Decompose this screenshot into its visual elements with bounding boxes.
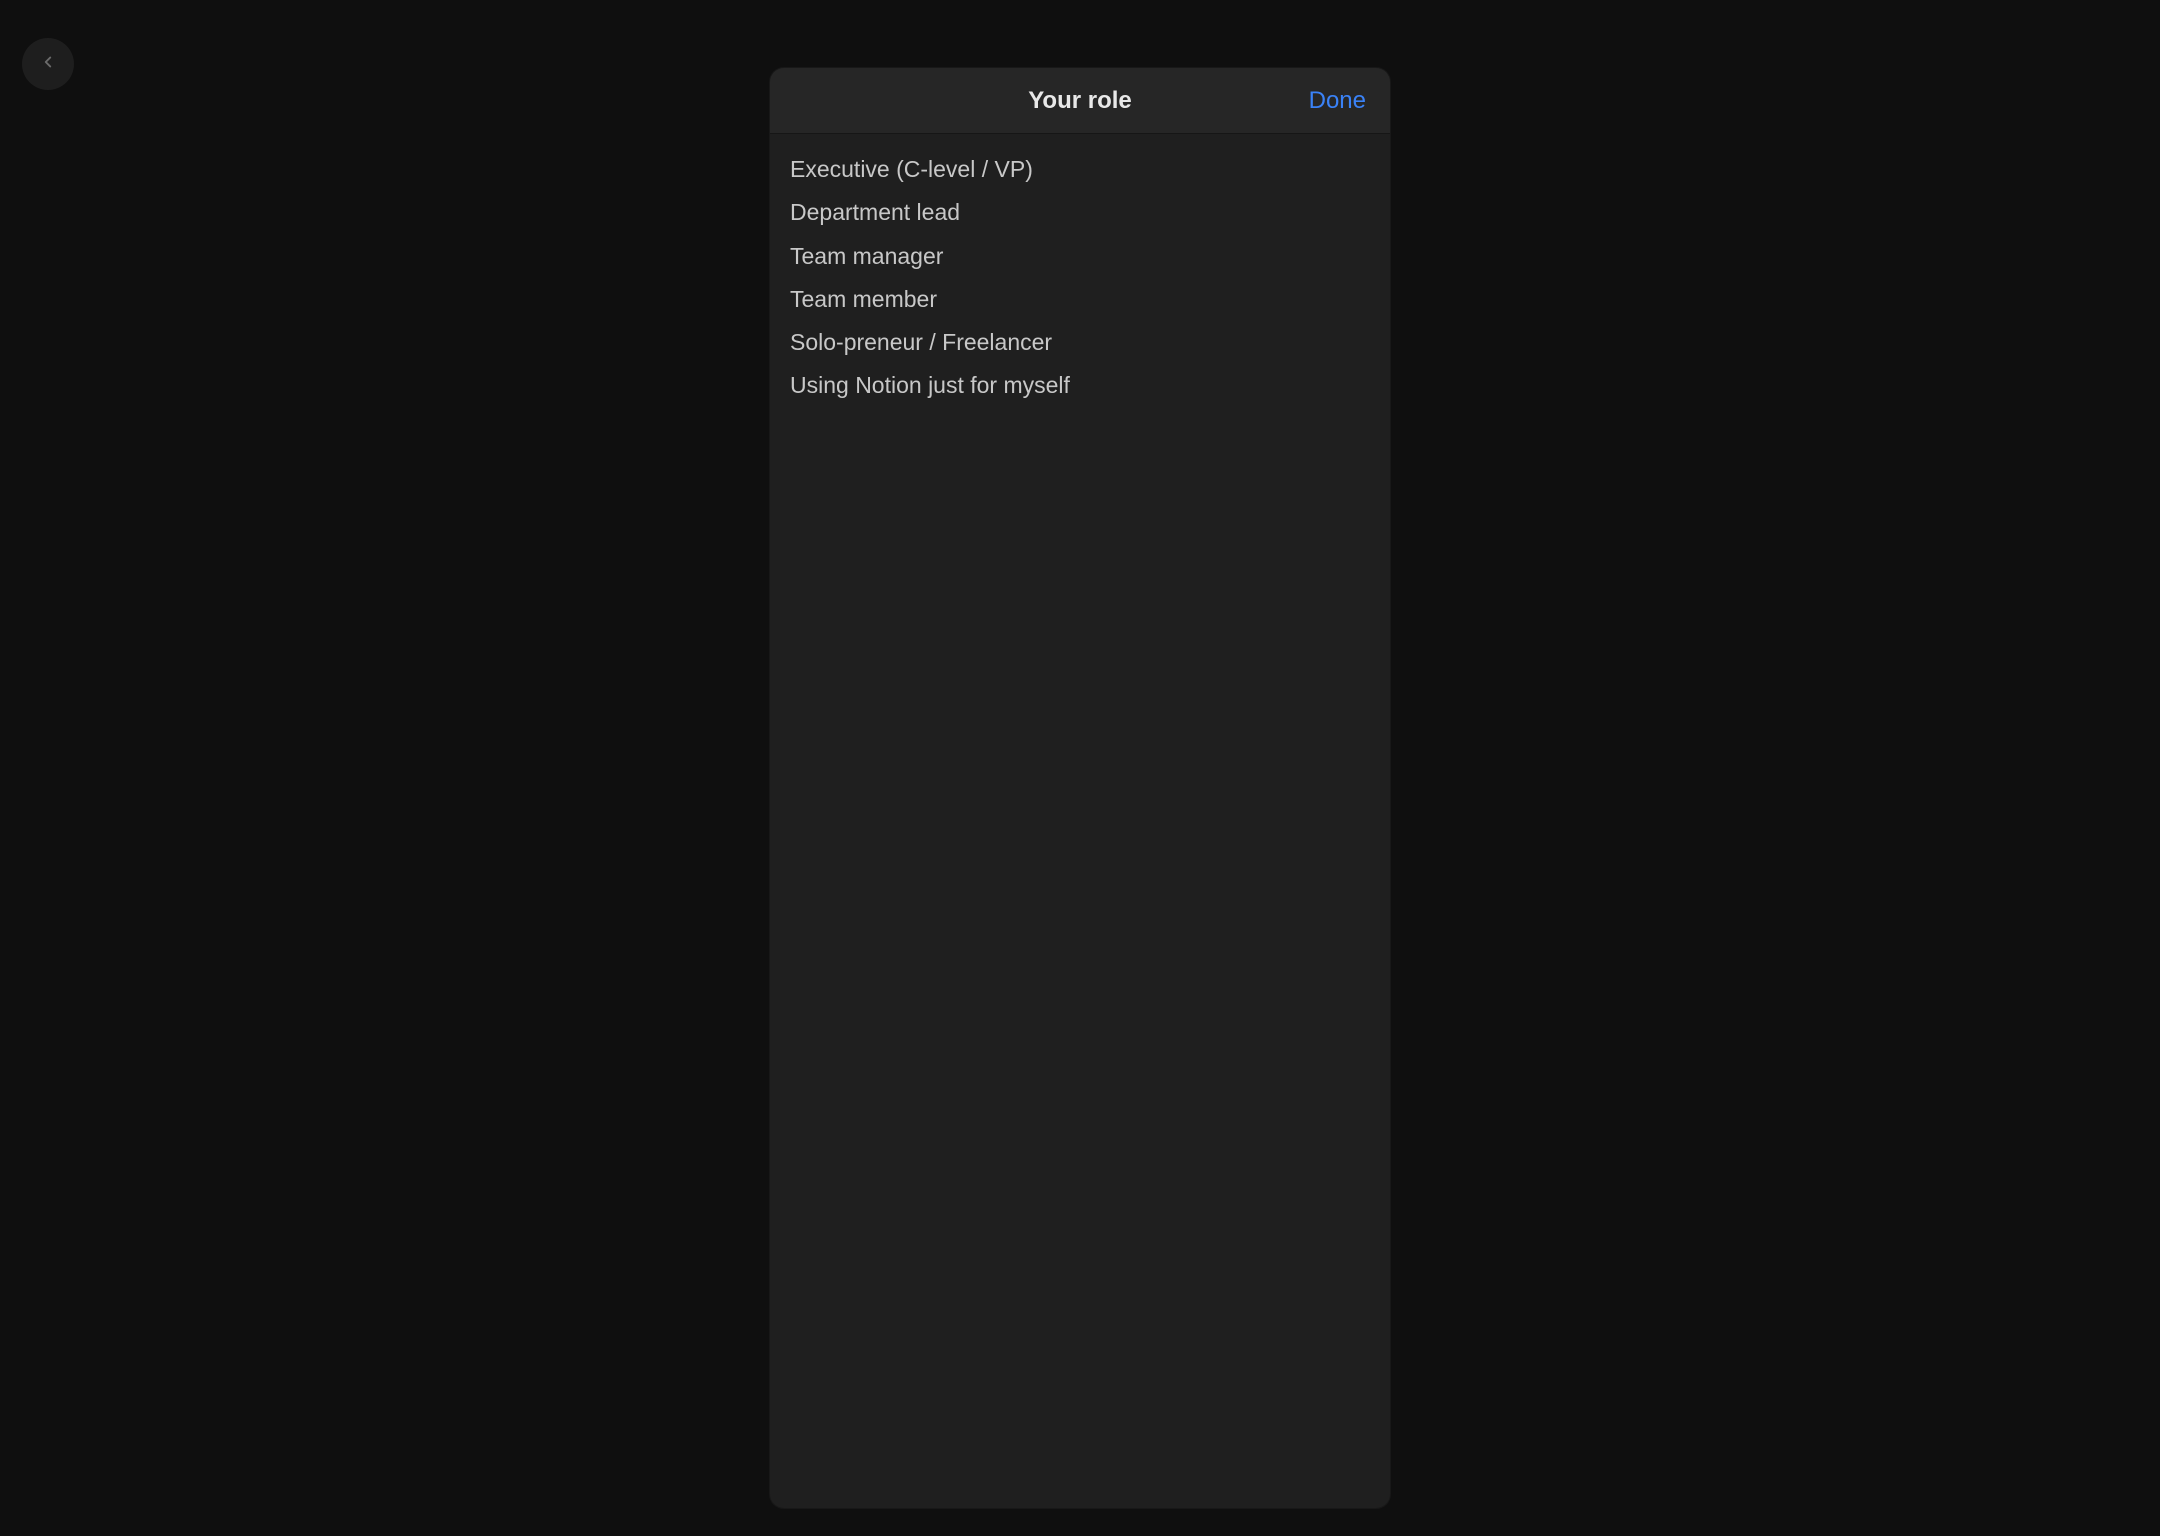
role-selection-modal: Your role Done Executive (C-level / VP) … <box>770 68 1390 1508</box>
option-item-personal-use[interactable]: Using Notion just for myself <box>770 364 1390 407</box>
option-item-team-member[interactable]: Team member <box>770 278 1390 321</box>
option-item-team-manager[interactable]: Team manager <box>770 235 1390 278</box>
back-button[interactable] <box>22 38 74 90</box>
modal-title: Your role <box>1028 87 1132 115</box>
option-item-executive[interactable]: Executive (C-level / VP) <box>770 148 1390 191</box>
option-item-department-lead[interactable]: Department lead <box>770 191 1390 234</box>
chevron-left-icon <box>39 53 57 76</box>
option-item-solo-preneur[interactable]: Solo-preneur / Freelancer <box>770 321 1390 364</box>
modal-header: Your role Done <box>770 68 1390 134</box>
options-list: Executive (C-level / VP) Department lead… <box>770 134 1390 408</box>
done-button[interactable]: Done <box>1309 87 1366 115</box>
